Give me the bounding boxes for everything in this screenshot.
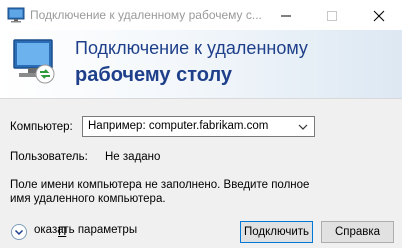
expand-circle-icon[interactable] xyxy=(10,223,28,241)
validation-message-line1: Поле имени компьютера не заполнено. Введ… xyxy=(10,179,310,191)
close-icon xyxy=(373,10,385,22)
computer-combobox[interactable]: Например: computer.fabrikam.com xyxy=(82,116,315,137)
minimize-icon xyxy=(281,15,291,17)
validation-message: Поле имени компьютера не заполнено. Введ… xyxy=(10,178,340,206)
connect-button[interactable]: Подключить xyxy=(240,221,313,243)
computer-label: Компьютер: xyxy=(10,121,73,133)
header-title-line2: рабочему столу xyxy=(75,64,233,86)
close-button[interactable] xyxy=(356,0,402,30)
remote-desktop-app-icon xyxy=(7,7,25,23)
computer-input[interactable]: Например: computer.fabrikam.com xyxy=(88,120,268,132)
validation-message-line2: имя удаленного компьютера. xyxy=(10,193,166,205)
show-options-text: оказать параметры xyxy=(34,224,138,236)
title-bar: Подключение к удаленному рабочему с... xyxy=(0,0,402,30)
show-options-label[interactable]: Показать параметры xyxy=(34,224,138,238)
maximize-icon xyxy=(327,11,337,21)
header-title-line1: Подключение к удаленному xyxy=(75,38,308,58)
window-title: Подключение к удаленному рабочему с... xyxy=(30,8,262,22)
user-label: Пользователь: xyxy=(10,151,88,163)
user-value: Не задано xyxy=(105,151,161,163)
chevron-down-icon[interactable] xyxy=(298,123,308,131)
help-button[interactable]: Справка xyxy=(321,221,394,243)
show-options-accel: П xyxy=(58,226,67,238)
remote-desktop-logo-icon xyxy=(13,39,55,84)
header-divider xyxy=(0,98,402,99)
minimize-button[interactable] xyxy=(263,0,309,30)
maximize-button[interactable] xyxy=(309,0,355,30)
